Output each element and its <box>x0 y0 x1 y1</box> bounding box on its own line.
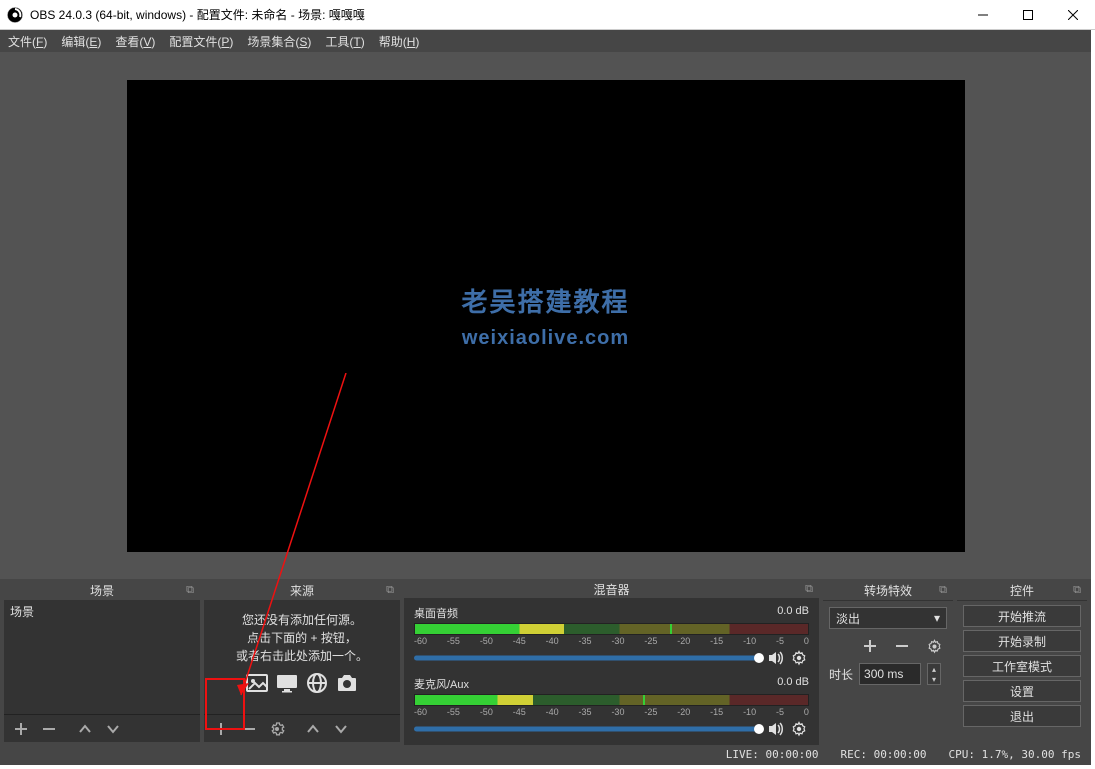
scenes-title: 场景 <box>90 582 114 599</box>
sources-title: 来源 <box>290 582 314 599</box>
add-transition-button[interactable] <box>857 635 883 657</box>
dock-transitions: 转场特效 ⧉ 淡出▾ 时长 300 ms ▴▾ <box>823 581 953 742</box>
preview-area: 老吴搭建教程 weixiaolive.com <box>0 52 1091 579</box>
duration-spinner[interactable]: ▴▾ <box>927 663 941 685</box>
remove-scene-button[interactable] <box>36 718 62 740</box>
volume-slider[interactable] <box>414 724 759 734</box>
statusbar: LIVE: 00:00:00 REC: 00:00:00 CPU: 1.7%, … <box>0 744 1091 765</box>
menu-scene-collection[interactable]: 场景集合(S) <box>247 33 311 50</box>
popout-icon[interactable]: ⧉ <box>1073 584 1081 597</box>
maximize-button[interactable] <box>1005 0 1050 30</box>
watermark-url: weixiaolive.com <box>462 327 629 350</box>
source-settings-button[interactable] <box>264 718 290 740</box>
obs-logo-icon <box>6 6 24 24</box>
mute-icon[interactable] <box>765 719 785 739</box>
camera-source-icon <box>335 671 359 695</box>
window-title: OBS 24.0.3 (64-bit, windows) - 配置文件: 未命名… <box>30 6 960 23</box>
browser-source-icon <box>305 671 329 695</box>
controls-title: 控件 <box>1010 582 1034 599</box>
settings-button[interactable]: 设置 <box>963 680 1081 702</box>
display-source-icon <box>275 671 299 695</box>
transition-select[interactable]: 淡出▾ <box>829 607 947 629</box>
mixer-channel-desktop: 桌面音频 0.0 dB -60-55-50-45-40-35-30-25-20-1… <box>408 601 815 672</box>
image-source-icon <box>245 671 269 695</box>
mixer-ch1-db: 0.0 dB <box>777 605 809 621</box>
dock-controls: 控件 ⧉ 开始推流 开始录制 工作室模式 设置 退出 <box>957 581 1087 742</box>
start-recording-button[interactable]: 开始录制 <box>963 630 1081 652</box>
start-streaming-button[interactable]: 开始推流 <box>963 605 1081 627</box>
menu-profile[interactable]: 配置文件(P) <box>169 33 233 50</box>
mixer-ch1-name: 桌面音频 <box>414 605 458 621</box>
move-source-up-button[interactable] <box>300 718 326 740</box>
mixer-ch2-name: 麦克风/Aux <box>414 676 469 692</box>
vu-meter <box>414 694 809 706</box>
menu-edit[interactable]: 编辑(E) <box>61 33 101 50</box>
move-source-down-button[interactable] <box>328 718 354 740</box>
chevron-down-icon: ▾ <box>934 611 940 625</box>
annotation-highlight <box>205 678 245 730</box>
mixer-channel-mic: 麦克风/Aux 0.0 dB -60-55-50-45-40-35-30-25-2… <box>408 672 815 743</box>
menu-file[interactable]: 文件(F) <box>8 33 47 50</box>
preview-canvas[interactable]: 老吴搭建教程 weixiaolive.com <box>127 80 965 552</box>
mixer-title: 混音器 <box>593 581 629 598</box>
popout-icon[interactable]: ⧉ <box>805 583 813 596</box>
scene-list-item[interactable]: 场景 <box>4 601 200 621</box>
volume-slider[interactable] <box>414 653 759 663</box>
studio-mode-button[interactable]: 工作室模式 <box>963 655 1081 677</box>
mixer-ch2-db: 0.0 dB <box>777 676 809 692</box>
mute-icon[interactable] <box>765 648 785 668</box>
meter-ticks: -60-55-50-45-40-35-30-25-20-15-10-50 <box>414 706 809 719</box>
menu-view[interactable]: 查看(V) <box>115 33 155 50</box>
remove-transition-button[interactable] <box>889 635 915 657</box>
exit-button[interactable]: 退出 <box>963 705 1081 727</box>
menubar: 文件(F) 编辑(E) 查看(V) 配置文件(P) 场景集合(S) 工具(T) … <box>0 30 1091 52</box>
close-button[interactable] <box>1050 0 1095 30</box>
channel-settings-icon[interactable] <box>789 648 809 668</box>
meter-ticks: -60-55-50-45-40-35-30-25-20-15-10-50 <box>414 635 809 648</box>
menu-help[interactable]: 帮助(H) <box>379 33 420 50</box>
channel-settings-icon[interactable] <box>789 719 809 739</box>
status-rec: REC: 00:00:00 <box>840 748 926 761</box>
dock-scenes: 场景 ⧉ 场景 <box>4 581 200 742</box>
minimize-button[interactable] <box>960 0 1005 30</box>
duration-label: 时长 <box>829 666 853 683</box>
watermark-zh: 老吴搭建教程 <box>461 282 629 319</box>
titlebar: OBS 24.0.3 (64-bit, windows) - 配置文件: 未命名… <box>0 0 1095 30</box>
popout-icon[interactable]: ⧉ <box>386 584 394 597</box>
add-scene-button[interactable] <box>8 718 34 740</box>
move-scene-up-button[interactable] <box>72 718 98 740</box>
status-live: LIVE: 00:00:00 <box>726 748 819 761</box>
move-scene-down-button[interactable] <box>100 718 126 740</box>
transition-settings-button[interactable] <box>921 635 947 657</box>
status-cpu: CPU: 1.7%, 30.00 fps <box>949 748 1081 761</box>
popout-icon[interactable]: ⧉ <box>186 584 194 597</box>
duration-input[interactable]: 300 ms <box>859 663 921 685</box>
popout-icon[interactable]: ⧉ <box>939 584 947 597</box>
menu-tools[interactable]: 工具(T) <box>325 33 364 50</box>
transitions-title: 转场特效 <box>864 582 912 599</box>
dock-mixer: 混音器 ⧉ 桌面音频 0.0 dB -60-55-50-45-40-35-30-25… <box>404 581 819 742</box>
vu-meter <box>414 623 809 635</box>
